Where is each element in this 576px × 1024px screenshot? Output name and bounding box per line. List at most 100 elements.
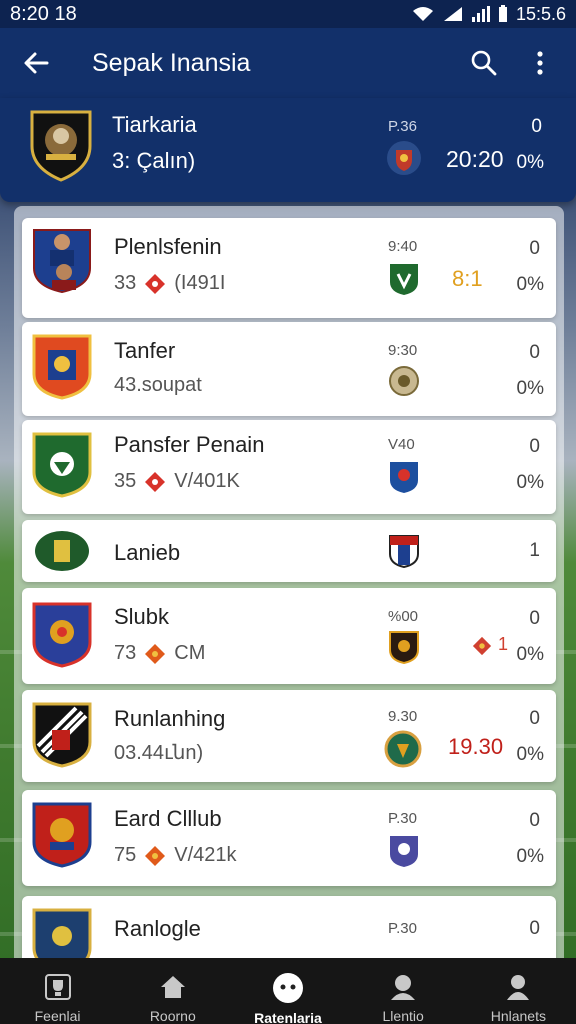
match-time: %00: [388, 608, 419, 625]
search-icon: [471, 50, 497, 76]
diamond-icon: [145, 845, 166, 866]
match-subtitle: 35 V/401K: [114, 470, 240, 493]
match-subtitle: 33 (I491I: [114, 272, 225, 295]
nav-label: Ratenlaria: [254, 1010, 322, 1024]
back-button[interactable]: [16, 43, 56, 83]
diamond-icon: [472, 636, 492, 656]
match-right-top: 0: [529, 810, 540, 831]
match-card[interactable]: Lanieb 1: [22, 520, 556, 582]
signal-icon: [443, 7, 462, 21]
opponent-badge-icon: [389, 631, 419, 664]
team-name: Runlanhing: [114, 706, 226, 731]
match-right-top: 0: [529, 918, 540, 939]
match-right-pct: 0%: [516, 846, 544, 867]
team-name: Plenlsfenin: [114, 234, 222, 259]
people-icon: [391, 975, 416, 1000]
signal-bars-icon: [471, 6, 490, 22]
match-card[interactable]: Slubk 73 CM %00 1 0 0%: [22, 588, 556, 684]
nav-item-profile[interactable]: Hnlanets: [463, 958, 573, 1024]
profile-icon: [507, 975, 530, 1000]
page-title: Sepak Inansia: [92, 48, 251, 77]
match-info: 43.soupat: [114, 374, 202, 396]
featured-subtitle: 3: Çalın): [112, 148, 196, 173]
trophy-icon: [44, 974, 71, 1000]
featured-right-top: 0: [531, 116, 542, 137]
match-score: 1: [498, 634, 509, 654]
opponent-badge-icon: [390, 462, 418, 493]
opponent-badge-icon: [384, 730, 422, 768]
match-score: 8:1: [452, 266, 483, 291]
team-name: Pansfer Penain: [114, 432, 265, 457]
match-right-top: 0: [529, 342, 540, 363]
match-subtitle: 73 CM: [114, 642, 205, 665]
match-time: P.30: [388, 920, 417, 937]
opponent-badge-icon: [390, 264, 418, 295]
match-right-pct: 0%: [516, 644, 544, 665]
more-options-button[interactable]: [520, 43, 560, 83]
nav-label: Roorno: [149, 1008, 196, 1024]
match-number: 35: [114, 470, 137, 492]
match-info: CM: [174, 642, 206, 664]
arrow-left-icon: [24, 52, 49, 74]
match-info: V/421k: [174, 844, 237, 866]
wifi-icon: [412, 7, 433, 21]
diamond-icon: [145, 471, 166, 492]
match-right-top: 0: [529, 238, 540, 259]
match-right-pct: 0%: [516, 274, 544, 295]
opponent-badge-icon: [389, 366, 419, 396]
match-number: 33: [114, 272, 137, 294]
featured-time: P.36: [388, 118, 417, 135]
team-crest-icon: [32, 602, 92, 668]
team-crest-icon: [32, 432, 92, 498]
nav-item-people[interactable]: Llentio: [348, 958, 458, 1024]
match-subtitle: 43.soupat: [114, 374, 202, 397]
featured-score: 20:20: [446, 146, 504, 172]
match-right-top: 1: [529, 540, 540, 561]
ball-icon: [272, 973, 303, 1003]
team-crest-icon: [35, 531, 89, 571]
match-time: 9:30: [388, 342, 418, 359]
match-info: (I491I: [174, 272, 226, 294]
match-card[interactable]: Eard Clllub 75 V/421k P.30 0 0%: [22, 790, 556, 886]
nav-item-home[interactable]: Roorno: [118, 958, 228, 1024]
match-time: 9.30: [388, 708, 418, 725]
team-crest-icon: [32, 702, 92, 768]
match-right-pct: 0%: [516, 378, 544, 399]
nav-item-matches[interactable]: Ratenlaria: [233, 958, 343, 1024]
match-time: V40: [388, 436, 415, 453]
status-bar: 8:20 18 15:5.6: [0, 0, 576, 28]
diamond-icon: [145, 643, 166, 664]
match-right-top: 0: [529, 608, 540, 629]
match-number: 73: [114, 642, 137, 664]
bottom-navigation: Feenlai Roorno Ratenlaria Llentio Hnlane…: [0, 958, 576, 1024]
match-card[interactable]: Tanfer 43.soupat 9:30 0 0%: [22, 322, 556, 416]
match-time: 9:40: [388, 238, 418, 255]
match-info: V/401K: [174, 470, 240, 492]
featured-right-pct: 0%: [516, 152, 544, 173]
team-crest-icon: [30, 110, 92, 182]
team-name: Slubk: [114, 604, 170, 629]
nav-label: Llentio: [382, 1008, 424, 1024]
nav-label: Hnlanets: [490, 1008, 546, 1024]
opponent-badge-icon: [389, 535, 419, 568]
match-right-top: 0: [529, 436, 540, 457]
match-time: P.30: [388, 810, 417, 827]
match-card[interactable]: Runlanhing 03.44ւնn) 9.30 19.30 0 0%: [22, 690, 556, 782]
team-name: Ranlogle: [114, 916, 201, 941]
match-info: 03.44ւնn): [114, 742, 204, 764]
featured-match[interactable]: Tiarkaria 3: Çalın) P.36 20:20 0 0%: [0, 98, 576, 202]
match-card[interactable]: Pansfer Penain 35 V/401K V40 0 0%: [22, 420, 556, 514]
nav-item-trophy[interactable]: Feenlai: [3, 958, 113, 1024]
match-score: 19.30: [448, 734, 504, 759]
team-name: Lanieb: [114, 540, 181, 565]
status-icons: 15:5.6: [412, 4, 566, 25]
match-card[interactable]: Plenlsfenin 33 (I491I 9:40 8:1 0 0%: [22, 218, 556, 318]
team-name: Tanfer: [114, 338, 176, 363]
opponent-badge-icon: [387, 141, 421, 175]
nav-label: Feenlai: [34, 1008, 81, 1024]
match-subtitle: 75 V/421k: [114, 844, 237, 867]
team-name: Eard Clllub: [114, 806, 222, 831]
status-right-text: 15:5.6: [515, 3, 566, 24]
search-button[interactable]: [464, 43, 504, 83]
more-vertical-icon: [537, 51, 543, 75]
